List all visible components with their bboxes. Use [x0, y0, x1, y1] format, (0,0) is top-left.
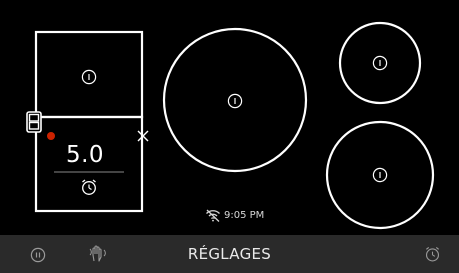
settings-button[interactable]: RÉGLAGES	[0, 235, 459, 273]
clock-time: 9:05 PM	[224, 209, 265, 221]
power-level-divider	[54, 171, 124, 173]
active-zone-indicator	[47, 132, 55, 140]
power-icon[interactable]	[372, 55, 388, 71]
power-icon[interactable]	[372, 167, 388, 183]
zone-timer-icon[interactable]	[80, 178, 98, 196]
close-icon[interactable]	[136, 129, 150, 143]
power-icon[interactable]	[81, 69, 97, 85]
bridge-mode-icon[interactable]	[26, 111, 42, 133]
power-icon[interactable]	[227, 93, 243, 109]
wifi-off-icon	[206, 209, 220, 222]
timer-icon[interactable]	[424, 245, 441, 263]
power-level-value[interactable]: 5.0	[60, 142, 110, 168]
cooktop-screen: 5.0 9:05 PM RÉGLAGES	[0, 0, 459, 273]
wifi-status: 9:05 PM	[205, 207, 264, 223]
bottom-bar: RÉGLAGES	[0, 235, 459, 273]
